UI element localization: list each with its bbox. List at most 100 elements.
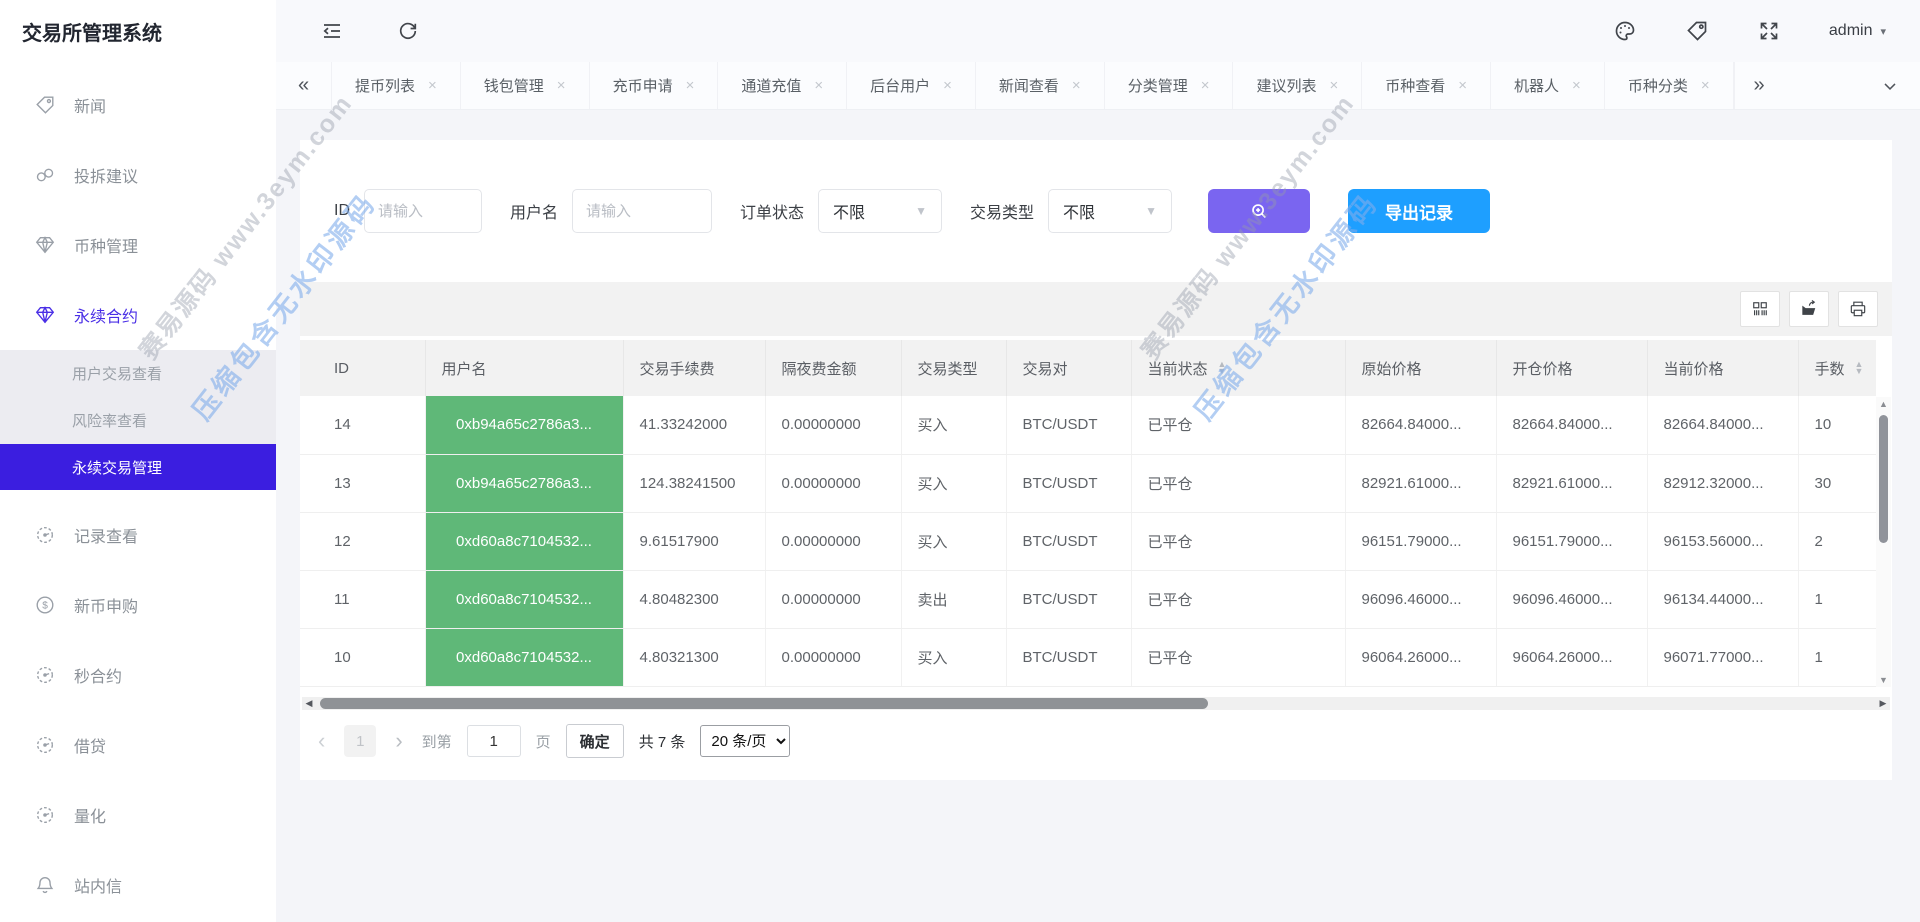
sidebar-item-risk-rate-view[interactable]: 风险率查看 [0,397,276,444]
sidebar-item-news[interactable]: 新闻 [0,70,276,140]
tab[interactable]: 提币列表 × [332,62,461,109]
cell-trade-type: 买入 [901,396,1006,454]
close-icon[interactable]: × [1072,77,1081,94]
sidebar-item-coin-management[interactable]: 币种管理 [0,210,276,280]
close-icon[interactable]: × [1329,77,1338,94]
col-open-price: 开仓价格 [1496,340,1647,396]
close-icon[interactable]: × [686,77,695,94]
confirm-button[interactable]: 确定 [566,724,624,758]
tabs-dropdown-button[interactable] [1860,62,1920,109]
sidebar-item-suggestions[interactable]: 投拆建议 [0,140,276,210]
tab[interactable]: 充币申请 × [590,62,719,109]
tab[interactable]: 通道充值 × [718,62,847,109]
close-icon[interactable]: × [814,77,823,94]
close-icon[interactable]: × [557,77,566,94]
table-row: 11 0xd60a8c7104532... 4.80482300 0.00000… [300,570,1876,628]
cell-lots: 1 [1798,628,1876,686]
tab[interactable]: 新闻查看 × [976,62,1105,109]
close-icon[interactable]: × [1201,77,1210,94]
tab[interactable]: 机器人 × [1491,62,1605,109]
tabs-scroll-right-button[interactable]: » [1734,62,1784,109]
next-page-button[interactable]: › [391,728,406,754]
tag-icon[interactable] [1685,19,1709,43]
cell-trade-type: 买入 [901,454,1006,512]
sidebar-item-second-contract[interactable]: 秒合约 [0,640,276,710]
horizontal-scrollbar[interactable]: ◀ ▶ [302,697,1890,710]
scroll-down-icon[interactable]: ▼ [1879,673,1888,687]
goto-page-input[interactable] [467,725,521,757]
cell-cur-price: 96153.56000... [1647,512,1798,570]
col-fee: 交易手续费 [623,340,765,396]
cell-overnight: 0.00000000 [765,512,901,570]
bell-icon [34,874,56,896]
tabs-scroll-left-button[interactable]: « [276,62,332,109]
collapse-sidebar-icon[interactable] [320,19,344,43]
cell-user-address[interactable]: 0xd60a8c7104532... [425,512,623,570]
sidebar-item-lending[interactable]: 借贷 [0,710,276,780]
cell-open-price: 96096.46000... [1496,570,1647,628]
page-size-select[interactable]: 20 条/页 [700,725,790,757]
cell-user-address[interactable]: 0xd60a8c7104532... [425,570,623,628]
cell-user-address[interactable]: 0xb94a65c2786a3... [425,396,623,454]
fullscreen-icon[interactable] [1757,19,1781,43]
prev-page-button[interactable]: ‹ [314,728,329,754]
current-page-button[interactable]: 1 [344,725,376,757]
print-button[interactable] [1838,291,1878,327]
tab-label: 币种分类 [1628,75,1688,96]
sidebar-item-user-trade-view[interactable]: 用户交易查看 [0,350,276,397]
order-status-select[interactable]: 不限 ▼ [818,189,942,233]
scroll-left-icon[interactable]: ◀ [302,698,316,709]
cell-user-address[interactable]: 0xb94a65c2786a3... [425,454,623,512]
tab[interactable]: 建议列表 × [1233,62,1362,109]
tab-label: 充币申请 [613,75,673,96]
sidebar-item-site-messages[interactable]: 站内信 [0,850,276,920]
export-button[interactable] [1789,291,1829,327]
scroll-up-icon[interactable]: ▲ [1879,397,1888,411]
horizontal-scrollbar-thumb[interactable] [320,698,1208,709]
sidebar-item-new-coin-subscription[interactable]: $ 新币申购 [0,570,276,640]
sort-icon[interactable]: ▲▼ [1218,361,1227,375]
topbar: admin ▾ [276,0,1920,62]
sort-icon[interactable]: ▲▼ [1855,361,1864,375]
tab[interactable]: 后台用户 × [847,62,976,109]
close-icon[interactable]: × [1572,77,1581,94]
tab[interactable]: 分类管理 × [1105,62,1234,109]
cell-fee: 9.61517900 [623,512,765,570]
cell-id: 14 [300,396,425,454]
perpetual-submenu: 用户交易查看 风险率查看 [0,350,276,444]
trade-type-select[interactable]: 不限 ▼ [1048,189,1172,233]
column-filter-button[interactable] [1740,291,1780,327]
tab[interactable]: 钱包管理 × [461,62,590,109]
tab-label: 提币列表 [355,75,415,96]
sidebar-item-perpetual-contracts[interactable]: 永续合约 [0,280,276,350]
table-row: 14 0xb94a65c2786a3... 41.33242000 0.0000… [300,396,1876,454]
vertical-scrollbar[interactable]: ▲ ▼ [1876,397,1891,687]
sidebar-item-perpetual-trade-management[interactable]: 永续交易管理 [0,444,276,490]
search-button[interactable] [1208,189,1310,233]
close-icon[interactable]: × [1458,77,1467,94]
cell-orig-price: 82664.84000... [1345,396,1496,454]
user-menu[interactable]: admin ▾ [1829,22,1886,40]
cell-trade-type: 买入 [901,512,1006,570]
cell-pair: BTC/USDT [1006,396,1131,454]
cell-id: 12 [300,512,425,570]
tab[interactable]: 币种查看 × [1362,62,1491,109]
tab[interactable]: 币种分类 × [1605,62,1734,109]
close-icon[interactable]: × [428,77,437,94]
theme-palette-icon[interactable] [1613,19,1637,43]
close-icon[interactable]: × [943,77,952,94]
cell-user-address[interactable]: 0xd60a8c7104532... [425,628,623,686]
refresh-icon[interactable] [396,19,420,43]
id-filter-input[interactable] [364,189,482,233]
sidebar-item-quantification[interactable]: 量化 [0,780,276,850]
sidebar-item-records[interactable]: 记录查看 [0,500,276,570]
dollar-circle-icon: $ [34,594,56,616]
vertical-scrollbar-thumb[interactable] [1879,415,1888,543]
sidebar-menu: 新闻 投拆建议 币种管理 永续合约 用户交易查看 风险率查看 永续交易管理 记录… [0,62,276,920]
cell-fee: 41.33242000 [623,396,765,454]
username-filter-input[interactable] [572,189,712,233]
close-icon[interactable]: × [1701,77,1710,94]
clock-icon [34,524,56,546]
export-records-button[interactable]: 导出记录 [1348,189,1490,233]
scroll-right-icon[interactable]: ▶ [1876,698,1890,709]
